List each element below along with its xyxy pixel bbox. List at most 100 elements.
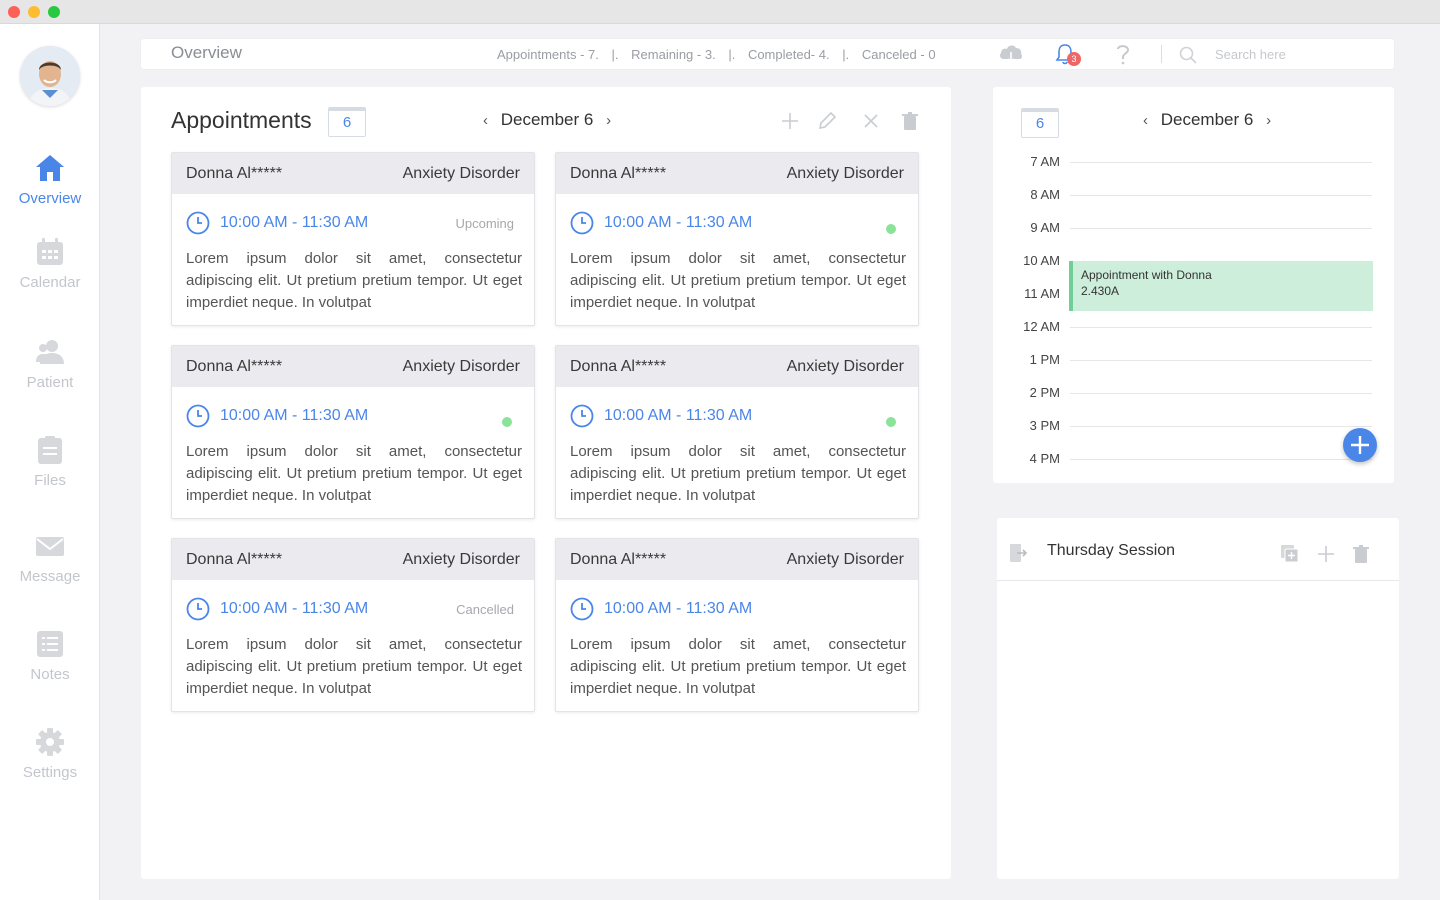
patient-name: Donna Al***** (186, 357, 283, 375)
hour-gridline (1070, 360, 1372, 361)
patient-condition: Anxiety Disorder (402, 357, 520, 375)
day-badge[interactable]: 6 (328, 107, 366, 137)
appointment-card-header: Donna Al***** Anxiety Disorder (172, 153, 534, 194)
message-icon (36, 537, 64, 556)
close-icon[interactable] (861, 111, 881, 131)
schedule-day-badge[interactable]: 6 (1021, 108, 1059, 138)
schedule-panel: 6 ‹ December 6 › 7 AM 8 AM 9 AM 10 AM 11 AM 1… (993, 87, 1394, 483)
appointment-description: Lorem ipsum dolor sit amet, consectetur … (570, 250, 906, 311)
next-day-button[interactable]: › (606, 112, 611, 129)
prev-day-button[interactable]: ‹ (483, 112, 488, 129)
add-event-button[interactable] (1343, 428, 1377, 462)
appointment-time-text: 10:00 AM - 11:30 AM (604, 214, 753, 231)
current-date: December 6 (500, 110, 594, 129)
appointment-time-text: 10:00 AM - 11:30 AM (220, 214, 369, 231)
session-title: Thursday Session (1047, 542, 1176, 559)
stat-completed: Completed- 4. (747, 47, 830, 62)
patient-name: Donna Al***** (186, 164, 283, 182)
appointment-card[interactable]: Donna Al***** Anxiety Disorder 10:00 AM - … (171, 152, 535, 326)
clock-icon (186, 404, 210, 428)
appointment-card[interactable]: Donna Al***** Anxiety Disorder 10:00 AM - … (555, 538, 919, 712)
user-avatar[interactable] (20, 46, 80, 106)
calendar-icon (37, 238, 63, 265)
window-titlebar (0, 0, 1440, 24)
sidebar-item-notes[interactable]: Notes (0, 628, 100, 683)
sidebar-item-settings[interactable]: Settings (0, 726, 100, 781)
schedule-prev-day-button[interactable]: ‹ (1143, 112, 1148, 129)
event-title: Appointment with Donna (1081, 268, 1212, 282)
appointment-time-text: 10:00 AM - 11:30 AM (220, 600, 369, 617)
appointment-description: Lorem ipsum dolor sit amet, consectetur … (186, 443, 522, 504)
hour-label: 3 PM (1029, 418, 1060, 433)
minimize-window-button[interactable] (28, 6, 40, 18)
sidebar-item-label: Settings (22, 764, 78, 781)
export-icon[interactable] (1009, 543, 1027, 563)
edit-icon[interactable] (817, 111, 837, 131)
sidebar-item-files[interactable]: Files (0, 434, 100, 489)
search-icon (1179, 46, 1197, 64)
appointment-time-text: 10:00 AM - 11:30 AM (220, 407, 369, 424)
status-dot (502, 417, 512, 427)
close-window-button[interactable] (8, 6, 20, 18)
hour-gridline (1070, 459, 1372, 460)
schedule-current-date: December 6 (1160, 110, 1254, 129)
sidebar-item-calendar[interactable]: Calendar (0, 236, 100, 291)
patient-name: Donna Al***** (570, 357, 667, 375)
plus-icon (1351, 436, 1369, 454)
sidebar-item-label: Overview (18, 190, 82, 207)
appointment-time: 10:00 AM - 11:30 AM (186, 211, 368, 235)
calendar-event[interactable]: Appointment with Donna 2.430A (1069, 261, 1373, 311)
schedule-next-day-button[interactable]: › (1266, 112, 1271, 129)
sidebar-item-label: Notes (30, 666, 70, 683)
appointment-card[interactable]: Donna Al***** Anxiety Disorder 10:00 AM - … (555, 152, 919, 326)
sidebar-item-overview[interactable]: Overview (0, 152, 100, 207)
appointment-card-header: Donna Al***** Anxiety Disorder (556, 153, 918, 194)
appointment-card-header: Donna Al***** Anxiety Disorder (172, 539, 534, 580)
patient-condition: Anxiety Disorder (786, 550, 904, 568)
trash-icon[interactable] (1353, 544, 1369, 564)
search-input[interactable] (1215, 45, 1375, 63)
appointment-time-text: 10:00 AM - 11:30 AM (604, 600, 753, 617)
schedule-hour-row: 4 PM (993, 451, 1394, 471)
sidebar-item-patient[interactable]: Patient (0, 336, 100, 391)
add-icon[interactable] (1316, 544, 1336, 564)
appointment-description: Lorem ipsum dolor sit amet, consectetur … (186, 250, 522, 311)
clock-icon (570, 404, 594, 428)
patient-condition: Anxiety Disorder (402, 164, 520, 182)
help-icon[interactable] (1114, 43, 1132, 65)
duplicate-icon[interactable] (1280, 544, 1300, 564)
schedule-hour-row: 9 AM (993, 220, 1394, 240)
hour-gridline (1070, 426, 1372, 427)
status-dot (886, 417, 896, 427)
hour-gridline (1070, 162, 1372, 163)
event-subtitle: 2.430A (1081, 284, 1120, 298)
stat-separator: |. (842, 47, 850, 62)
hour-gridline (1070, 195, 1372, 196)
top-header: Overview Appointments - 7. |. Remaining … (141, 39, 1394, 69)
stat-remaining: Remaining - 3. (631, 47, 716, 62)
maximize-window-button[interactable] (48, 6, 60, 18)
appointment-card-header: Donna Al***** Anxiety Disorder (556, 346, 918, 387)
sidebar-item-message[interactable]: Message (0, 530, 100, 585)
clock-icon (186, 597, 210, 621)
appointments-date-nav: ‹ December 6 › (475, 110, 619, 130)
appointment-time: 10:00 AM - 11:30 AM (570, 211, 752, 235)
appointments-title: Appointments (171, 107, 312, 133)
session-panel: Thursday Session (997, 518, 1399, 879)
clock-icon (570, 597, 594, 621)
stat-canceled: Canceled - 0 (861, 47, 936, 62)
trash-icon[interactable] (900, 111, 920, 131)
appointment-card[interactable]: Donna Al***** Anxiety Disorder 10:00 AM - … (555, 345, 919, 519)
sidebar-item-label: Patient (26, 374, 74, 391)
appointment-time: 10:00 AM - 11:30 AM (570, 597, 752, 621)
cloud-sync-icon[interactable] (998, 43, 1024, 65)
hour-label: 7 AM (1030, 154, 1060, 169)
stat-separator: |. (611, 47, 619, 62)
appointment-time: 10:00 AM - 11:30 AM (186, 404, 368, 428)
add-icon[interactable] (780, 111, 800, 131)
appointment-card[interactable]: Donna Al***** Anxiety Disorder 10:00 AM - … (171, 538, 535, 712)
appointment-card[interactable]: Donna Al***** Anxiety Disorder 10:00 AM - … (171, 345, 535, 519)
appointment-time: 10:00 AM - 11:30 AM (570, 404, 752, 428)
appointment-status: Cancelled (456, 602, 514, 617)
appointment-description: Lorem ipsum dolor sit amet, consectetur … (186, 636, 522, 697)
